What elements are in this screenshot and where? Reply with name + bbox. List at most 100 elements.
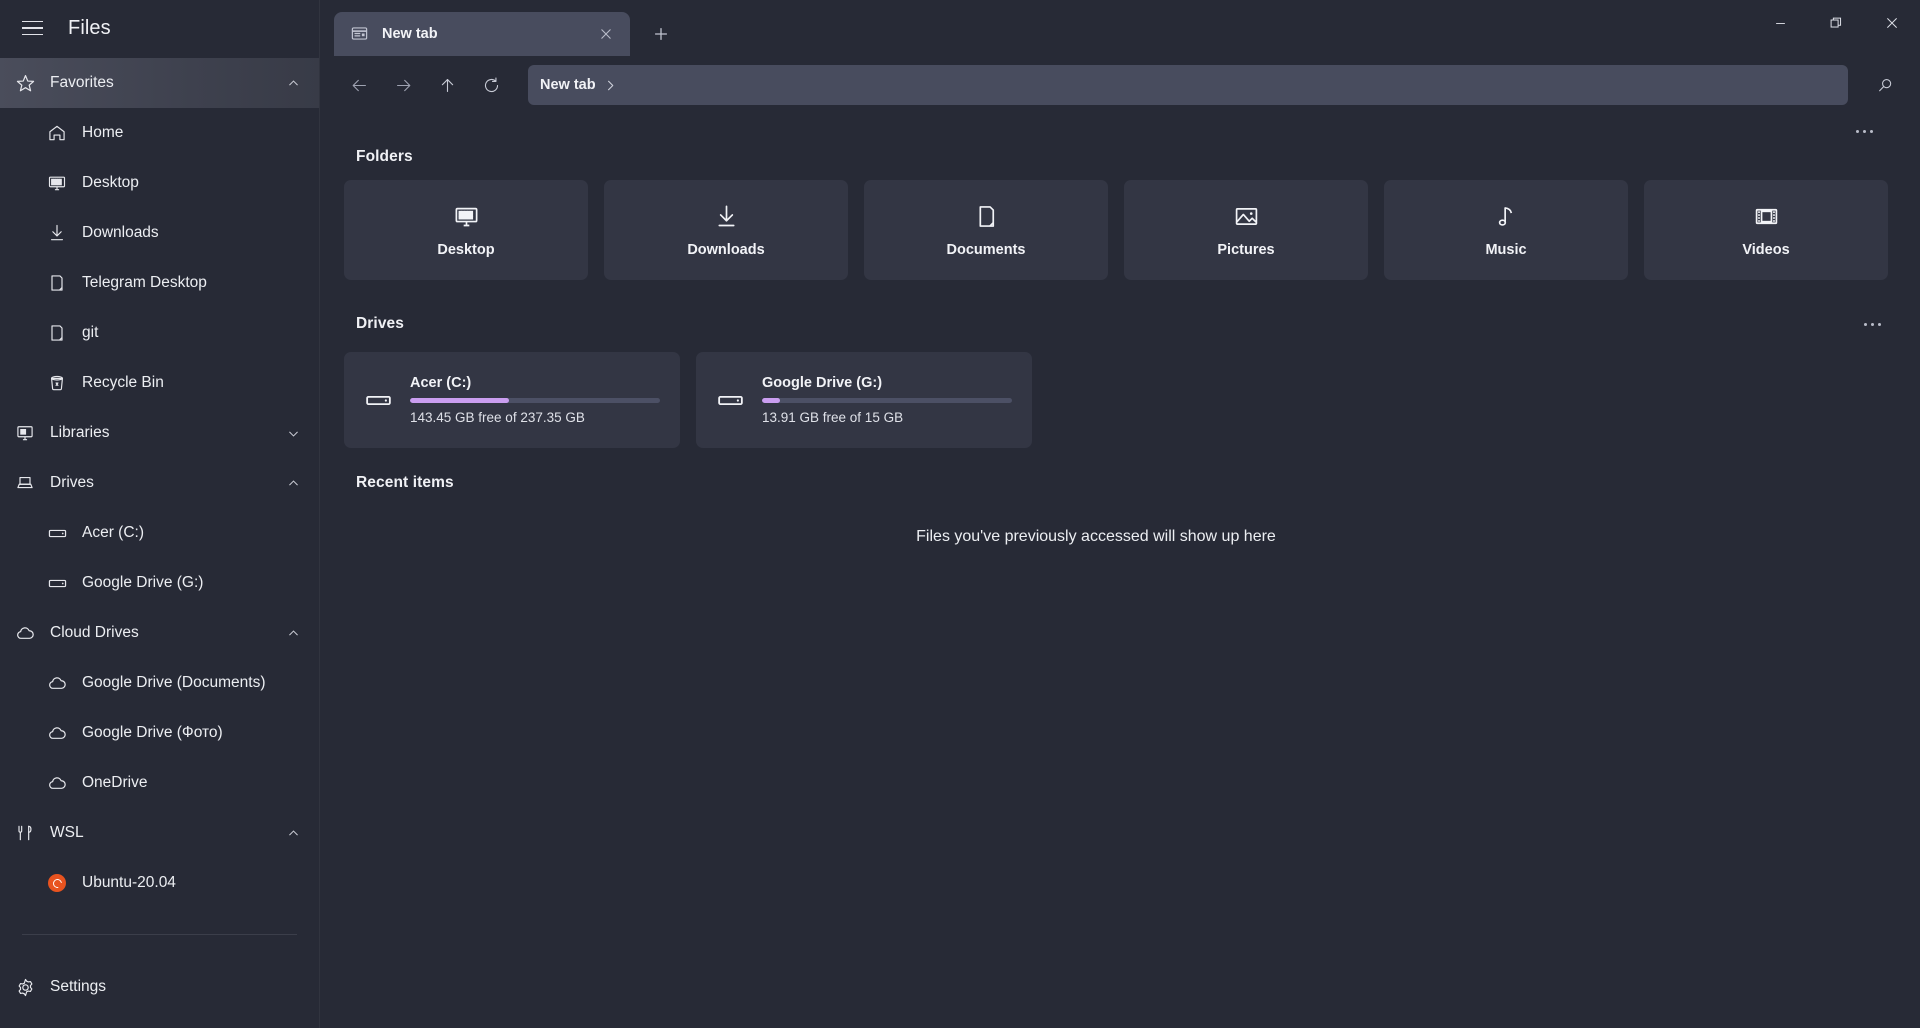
star-icon xyxy=(12,70,38,96)
sidebar-item-cloud-drives[interactable]: Cloud Drives xyxy=(0,608,319,658)
tab-new-tab[interactable]: New tab xyxy=(334,12,630,56)
new-tab-button[interactable] xyxy=(644,17,678,51)
sidebar-item-google-drive-g[interactable]: Google Drive (G:) xyxy=(0,558,319,608)
folder-label: Pictures xyxy=(1217,242,1274,258)
sidebar-item-favorites[interactable]: Favorites xyxy=(0,58,319,108)
sidebar-item-acer-c[interactable]: Acer (C:) xyxy=(0,508,319,558)
drive-icon xyxy=(44,520,70,546)
chevron-up-icon[interactable] xyxy=(283,473,303,493)
music-note-icon xyxy=(1493,202,1520,230)
document-icon xyxy=(973,202,1000,230)
content-pane: Folders Desktop Downloads xyxy=(320,114,1920,1028)
wsl-icon xyxy=(12,820,38,846)
folder-label: Music xyxy=(1485,242,1526,258)
folder-card-documents[interactable]: Documents xyxy=(864,180,1108,280)
library-monitor-icon xyxy=(12,420,38,446)
folder-label: Documents xyxy=(947,242,1026,258)
drive-usage-bar xyxy=(410,398,660,403)
folder-card-pictures[interactable]: Pictures xyxy=(1124,180,1368,280)
hamburger-icon[interactable] xyxy=(10,8,54,48)
sidebar-item-label: Desktop xyxy=(82,174,303,192)
drive-icon xyxy=(364,386,394,415)
sidebar-item-onedrive[interactable]: OneDrive xyxy=(0,758,319,808)
sidebar-item-label: Cloud Drives xyxy=(50,624,283,642)
cloud-icon xyxy=(44,720,70,746)
folder-card-downloads[interactable]: Downloads xyxy=(604,180,848,280)
sidebar-item-google-drive-photo[interactable]: Google Drive (Фото) xyxy=(0,708,319,758)
drives-icon xyxy=(12,470,38,496)
chevron-up-icon[interactable] xyxy=(283,823,303,843)
up-button[interactable] xyxy=(426,65,468,105)
sidebar-item-label: WSL xyxy=(50,824,283,842)
titlebar: New tab xyxy=(320,0,1920,56)
ubuntu-icon xyxy=(44,870,70,896)
drive-info: Acer (C:) 143.45 GB free of 237.35 GB xyxy=(410,375,660,425)
more-options-icon[interactable] xyxy=(1848,117,1880,145)
chevron-right-icon[interactable] xyxy=(604,79,617,92)
sidebar-item-label: Google Drive (Documents) xyxy=(82,674,303,692)
cloud-icon xyxy=(44,670,70,696)
folder-label: Desktop xyxy=(437,242,494,258)
sidebar-item-libraries[interactable]: Libraries xyxy=(0,408,319,458)
sidebar-item-google-drive-documents[interactable]: Google Drive (Documents) xyxy=(0,658,319,708)
sidebar-item-recycle-bin[interactable]: Recycle Bin xyxy=(0,358,319,408)
gear-icon xyxy=(12,974,38,1000)
content-overflow-row xyxy=(320,114,1896,148)
restore-button[interactable] xyxy=(1808,0,1864,46)
sidebar-item-wsl[interactable]: WSL xyxy=(0,808,319,858)
section-title: Folders xyxy=(344,148,413,166)
folder-card-desktop[interactable]: Desktop xyxy=(344,180,588,280)
folder-label: Downloads xyxy=(687,242,764,258)
sidebar-nav: Favorites Home Desktop xyxy=(0,56,319,962)
folder-card-videos[interactable]: Videos xyxy=(1644,180,1888,280)
sidebar-header: Files xyxy=(0,0,319,56)
sidebar-divider xyxy=(22,934,297,935)
sidebar-item-label: Recycle Bin xyxy=(82,374,303,392)
drive-name: Acer (C:) xyxy=(410,375,660,391)
sidebar-item-downloads[interactable]: Downloads xyxy=(0,208,319,258)
sidebar-item-desktop[interactable]: Desktop xyxy=(0,158,319,208)
drives-more-options-icon[interactable] xyxy=(1856,310,1888,338)
back-button[interactable] xyxy=(338,65,380,105)
sidebar-item-drives[interactable]: Drives xyxy=(0,458,319,508)
close-icon[interactable] xyxy=(594,22,618,46)
drive-card-google-drive-g[interactable]: Google Drive (G:) 13.91 GB free of 15 GB xyxy=(696,352,1032,448)
drives-header: Drives xyxy=(344,310,1896,338)
address-bar[interactable]: New tab xyxy=(528,65,1848,105)
cloud-icon xyxy=(12,620,38,646)
folders-grid: Desktop Downloads Documents xyxy=(344,180,1896,280)
minimize-button[interactable] xyxy=(1752,0,1808,46)
tab-page-icon xyxy=(350,24,370,44)
section-title: Drives xyxy=(344,315,404,333)
breadcrumb-item[interactable]: New tab xyxy=(540,77,596,93)
sidebar-item-settings[interactable]: Settings xyxy=(0,962,319,1012)
chevron-down-icon[interactable] xyxy=(283,423,303,443)
folders-section: Folders Desktop Downloads xyxy=(320,148,1896,280)
refresh-button[interactable] xyxy=(470,65,512,105)
recent-items-section: Recent items Files you've previously acc… xyxy=(320,474,1896,546)
sidebar-item-label: Acer (C:) xyxy=(82,524,303,542)
chevron-up-icon[interactable] xyxy=(283,73,303,93)
sidebar-item-label: Google Drive (Фото) xyxy=(82,724,303,742)
drive-card-acer-c[interactable]: Acer (C:) 143.45 GB free of 237.35 GB xyxy=(344,352,680,448)
drive-usage-text: 143.45 GB free of 237.35 GB xyxy=(410,410,660,425)
folder-card-music[interactable]: Music xyxy=(1384,180,1628,280)
sidebar-item-git[interactable]: git xyxy=(0,308,319,358)
drives-row: Acer (C:) 143.45 GB free of 237.35 GB xyxy=(344,352,1896,448)
folder-page-icon xyxy=(44,320,70,346)
search-button[interactable] xyxy=(1864,65,1906,105)
sidebar-item-home[interactable]: Home xyxy=(0,108,319,158)
close-button[interactable] xyxy=(1864,0,1920,46)
sidebar-item-label: Favorites xyxy=(50,74,283,92)
drive-usage-fill xyxy=(410,398,509,403)
drive-icon xyxy=(716,386,746,415)
forward-button[interactable] xyxy=(382,65,424,105)
sidebar-item-ubuntu-2004[interactable]: Ubuntu-20.04 xyxy=(0,858,319,908)
recycle-bin-icon xyxy=(44,370,70,396)
drive-usage-text: 13.91 GB free of 15 GB xyxy=(762,410,1012,425)
files-app-window: Files Favorites Home xyxy=(0,0,1920,1028)
tab-label: New tab xyxy=(382,26,582,42)
drive-usage-bar xyxy=(762,398,1012,403)
sidebar-item-telegram-desktop[interactable]: Telegram Desktop xyxy=(0,258,319,308)
chevron-up-icon[interactable] xyxy=(283,623,303,643)
